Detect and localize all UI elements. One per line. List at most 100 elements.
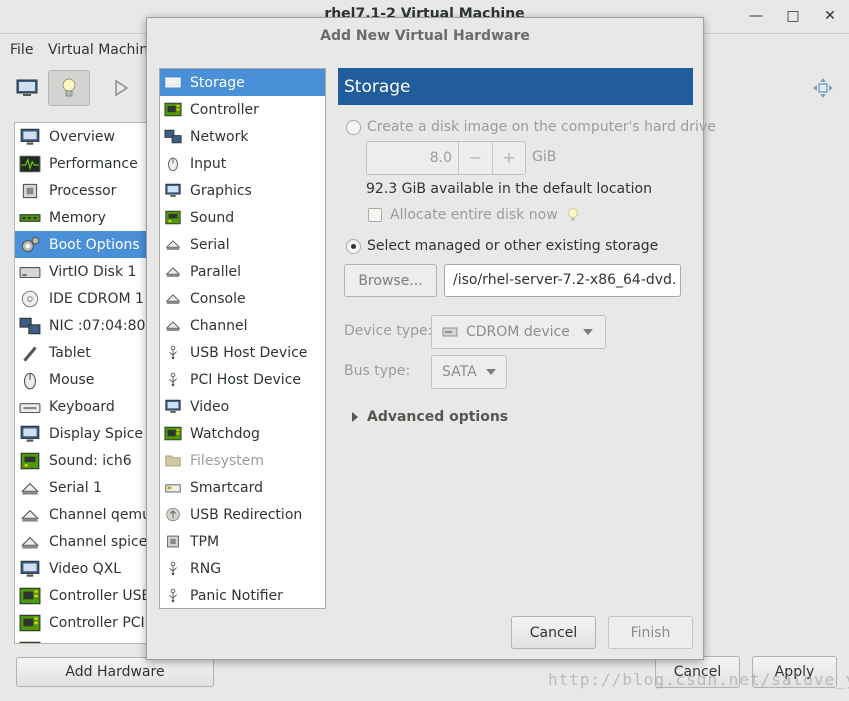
create-disk-label: Create a disk image on the computer's ha… [367,119,716,135]
category-item[interactable]: TPM [160,528,325,555]
category-item[interactable]: Channel [160,312,325,339]
hardware-item[interactable]: Keyboard [15,393,153,420]
hardware-item[interactable]: Mouse [15,366,153,393]
bus-type-label: Bus type: [344,363,411,379]
hardware-item-label: Overview [49,128,115,145]
maximize-icon[interactable]: □ [785,8,801,24]
performance-graph-icon [19,154,41,174]
controller-icon [19,586,41,606]
advanced-options-expander[interactable]: Advanced options [352,409,508,425]
hardware-item[interactable]: Serial 1 [15,474,153,501]
category-item[interactable]: Panic Notifier [160,582,325,608]
category-item-label: Controller [190,101,259,118]
hardware-item[interactable]: Performance [15,150,153,177]
hardware-item-label: Memory [49,209,106,226]
category-item-label: PCI Host Device [190,371,302,388]
hardware-item[interactable]: Video QXL [15,555,153,582]
select-existing-radio[interactable] [346,238,361,254]
hardware-item-label: Channel qemu- [49,506,154,523]
mouse-icon [164,155,182,173]
details-button[interactable] [48,70,90,106]
category-item[interactable]: Network [160,123,325,150]
category-item[interactable]: Storage [160,69,325,96]
category-item[interactable]: USB Redirection [160,501,325,528]
category-item[interactable]: Console [160,285,325,312]
category-item[interactable]: Serial [160,231,325,258]
minimize-icon[interactable]: — [748,8,764,24]
category-item-label: Input [190,155,227,172]
category-item[interactable]: Video [160,393,325,420]
hardware-item-label: Channel spice [49,533,148,550]
create-disk-option[interactable]: Create a disk image on the computer's ha… [346,119,716,135]
hardware-item[interactable]: Processor [15,177,153,204]
hardware-item[interactable]: Overview [15,123,153,150]
hardware-item[interactable]: IDE CDROM 1 [15,285,153,312]
available-space-text: 92.3 GiB available in the default locati… [366,181,652,197]
decrement-icon[interactable]: − [459,142,492,174]
category-item[interactable]: USB Host Device [160,339,325,366]
hardware-item[interactable]: Boot Options [15,231,153,258]
channel-icon [19,532,41,552]
disk-size-value[interactable]: 8.0 [367,142,459,174]
hardware-item[interactable]: Controller PCI [15,609,153,636]
sound-icon [164,209,182,227]
create-disk-radio[interactable] [346,119,361,135]
category-item[interactable]: Parallel [160,258,325,285]
category-item[interactable]: Watchdog [160,420,325,447]
select-existing-option[interactable]: Select managed or other existing storage [346,238,658,254]
hardware-item[interactable]: Tablet [15,339,153,366]
hardware-item[interactable]: Channel qemu- [15,501,153,528]
hardware-list: Overview Performance Processor Memory Boot O… [14,122,154,644]
controller-icon [19,640,41,643]
usb-icon [164,560,182,578]
close-icon[interactable]: ✕ [822,8,838,24]
hardware-item[interactable]: Controller USB [15,582,153,609]
dialog-cancel-button[interactable]: Cancel [511,616,596,649]
hardware-item[interactable]: Display Spice [15,420,153,447]
category-item-label: Channel [190,317,248,334]
allocate-checkbox[interactable] [368,208,382,222]
fullscreen-button[interactable] [802,70,844,106]
monitor-icon [19,127,41,147]
category-item[interactable]: PCI Host Device [160,366,325,393]
storage-path-input[interactable]: /iso/rhel-server-7.2-x86_64-dvd. [444,264,681,297]
hardware-item-label: NIC :07:04:80 [49,317,146,334]
hardware-item[interactable]: Controller IDE [15,636,153,643]
category-item-label: Video [190,398,230,415]
disk-size-spinner[interactable]: 8.0 − + [366,141,526,175]
hardware-item[interactable]: Sound: ich6 [15,447,153,474]
hardware-item-label: Controller USB [49,587,152,604]
category-item[interactable]: Smartcard [160,474,325,501]
menu-file[interactable]: File [10,42,33,58]
serial-icon [164,236,182,254]
browse-button[interactable]: Browse... [344,264,437,297]
bus-type-combo[interactable]: SATA [431,355,507,389]
allocate-option[interactable]: Allocate entire disk now [368,207,580,223]
hardware-item[interactable]: NIC :07:04:80 [15,312,153,339]
category-item[interactable]: Filesystem [160,447,325,474]
category-item-label: USB Redirection [190,506,303,523]
device-type-combo[interactable]: CDROM device [431,315,606,349]
category-item[interactable]: Input [160,150,325,177]
increment-icon[interactable]: + [492,142,525,174]
expander-arrow-icon [352,412,358,422]
category-item[interactable]: Graphics [160,177,325,204]
size-unit: GiB [532,149,557,165]
category-item-label: Sound [190,209,235,226]
run-button[interactable] [100,70,142,106]
add-hardware-button[interactable]: Add Hardware [16,657,214,687]
hardware-item[interactable]: Channel spice [15,528,153,555]
chevron-down-icon [583,329,593,335]
category-item[interactable]: Sound [160,204,325,231]
category-item[interactable]: RNG [160,555,325,582]
cdrom-drive-icon [442,327,458,337]
hardware-item-label: Mouse [49,371,95,388]
console-button[interactable] [6,70,48,106]
category-item[interactable]: Controller [160,96,325,123]
hardware-item[interactable]: Memory [15,204,153,231]
bus-type-value: SATA [442,364,477,380]
finish-button[interactable]: Finish [608,616,693,649]
menu-virtual-machine[interactable]: Virtual Machine [48,42,157,58]
usb-icon [164,587,182,605]
hardware-item[interactable]: VirtIO Disk 1 [15,258,153,285]
